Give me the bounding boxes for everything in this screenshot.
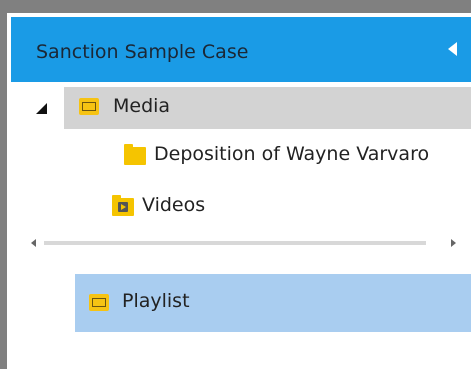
scrollbar-track[interactable] bbox=[44, 241, 426, 245]
case-title: Sanction Sample Case bbox=[36, 41, 249, 63]
tree-item-label: Videos bbox=[142, 194, 206, 216]
case-header: Sanction Sample Case bbox=[11, 17, 471, 82]
tree-item-deposition[interactable]: Deposition of Wayne Varvaro bbox=[11, 135, 471, 177]
tree-item-label: Deposition of Wayne Varvaro bbox=[154, 143, 430, 165]
window-border-left bbox=[0, 0, 7, 369]
folder-icon bbox=[124, 144, 146, 165]
media-tree: Media Deposition of Wayne Varvaro Videos… bbox=[11, 82, 471, 369]
media-folder-icon bbox=[79, 98, 99, 115]
tree-item-videos[interactable]: Videos bbox=[11, 186, 471, 228]
scroll-left-icon[interactable] bbox=[31, 239, 36, 247]
playlist-item[interactable]: Playlist bbox=[75, 274, 471, 332]
scroll-right-icon[interactable] bbox=[451, 239, 456, 247]
video-folder-icon bbox=[112, 195, 134, 216]
case-panel: Sanction Sample Case Media Deposition of… bbox=[0, 0, 471, 369]
playlist-label: Playlist bbox=[122, 290, 190, 312]
chevron-left-icon[interactable] bbox=[448, 42, 457, 56]
expand-collapse-icon[interactable] bbox=[36, 103, 47, 114]
horizontal-scrollbar[interactable] bbox=[11, 237, 471, 249]
playlist-icon bbox=[89, 294, 109, 311]
tree-item-label: Media bbox=[113, 95, 171, 117]
tree-item-media[interactable]: Media bbox=[64, 87, 471, 129]
window-border-top bbox=[0, 0, 471, 13]
